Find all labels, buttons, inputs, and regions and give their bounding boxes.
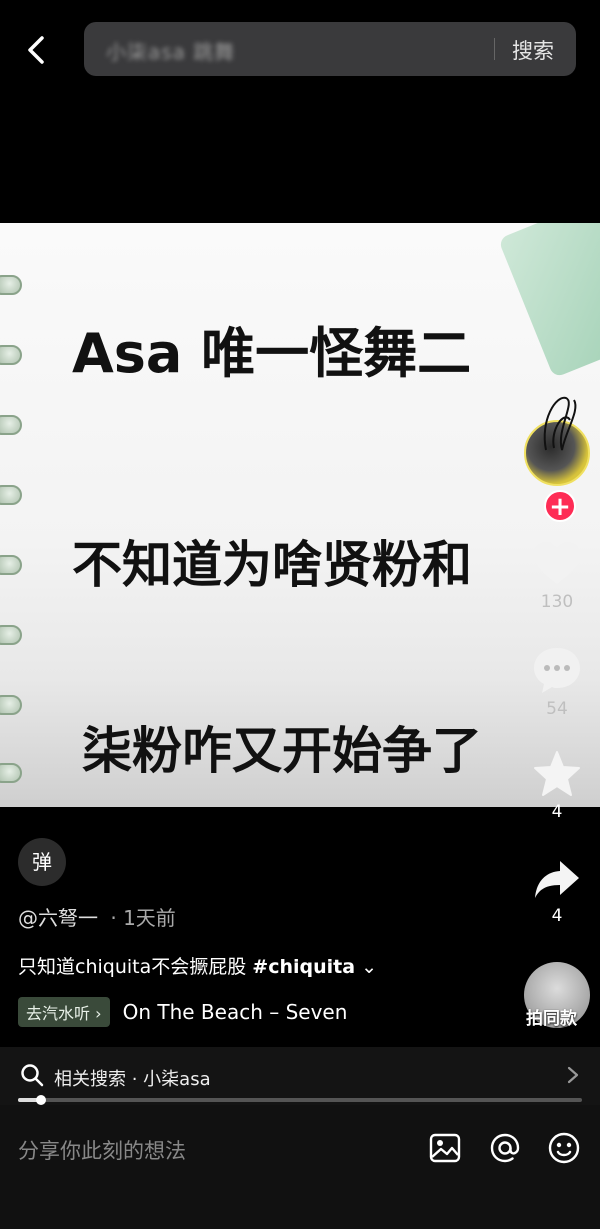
video-text-line: 不知道为啥贤粉和: [72, 536, 472, 594]
progress-handle[interactable]: [35, 1095, 46, 1105]
favorite-count: 4: [551, 802, 563, 822]
author-line: @六弩一 · 1天前: [18, 902, 176, 931]
danmu-toggle-button[interactable]: 弹: [18, 838, 66, 886]
chevron-right-icon: [567, 1066, 579, 1084]
favorite-button[interactable]: 4: [520, 750, 594, 822]
search-button[interactable]: 搜索: [512, 35, 554, 65]
notebook-ring: [0, 695, 22, 715]
related-search-label: 相关搜索 · 小柒asa: [54, 1069, 211, 1090]
expand-caption-icon[interactable]: ⌄: [361, 956, 377, 978]
author-name[interactable]: @六弩一: [18, 906, 98, 930]
same-style-label[interactable]: 拍同款: [526, 1004, 577, 1029]
search-icon: [21, 1064, 44, 1087]
hashtag-link[interactable]: #chiquita: [252, 956, 355, 978]
video-text-line: Asa 唯一怪舞二: [72, 322, 472, 385]
comment-bubble-icon: [534, 648, 580, 693]
share-count: 4: [551, 906, 563, 926]
star-icon: [534, 751, 580, 796]
avatar-scribble-icon: [543, 396, 577, 451]
like-count: 130: [540, 592, 574, 612]
emoji-icon[interactable]: [547, 1131, 581, 1165]
back-arrow-icon[interactable]: [18, 30, 54, 70]
author-avatar-group[interactable]: +: [524, 390, 592, 522]
music-title[interactable]: On The Beach – Seven: [123, 1000, 348, 1024]
search-input[interactable]: 小柒asa 跳舞 搜索: [84, 22, 576, 76]
video-progress-bar[interactable]: [18, 1095, 582, 1105]
like-button[interactable]: 130: [520, 540, 594, 612]
search-query-text: 小柒asa 跳舞: [106, 40, 236, 64]
comment-input[interactable]: 分享你此刻的想法: [18, 1135, 186, 1165]
caption-text: 只知道chiquita不会撅屁股: [18, 956, 253, 978]
notebook-ring: [0, 275, 22, 295]
top-bar: 小柒asa 跳舞 搜索: [0, 0, 600, 100]
post-time: · 1天前: [110, 906, 176, 930]
notebook-ring: [0, 625, 22, 645]
share-button[interactable]: 4: [520, 858, 594, 926]
search-divider: [494, 38, 495, 60]
comment-bar: 分享你此刻的想法: [0, 1105, 600, 1229]
video-caption[interactable]: 只知道chiquita不会撅屁股 #chiquita ⌄: [18, 952, 377, 979]
share-arrow-icon: [535, 861, 579, 898]
video-text-line: 柒粉咋又开始争了: [82, 722, 482, 780]
at-mention-icon[interactable]: [488, 1131, 522, 1165]
notebook-ring: [0, 345, 22, 365]
notebook-ring: [0, 485, 22, 505]
listen-on-app-badge[interactable]: 去汽水听 ›: [18, 997, 110, 1027]
heart-icon: [534, 542, 580, 584]
notebook-ring: [0, 415, 22, 435]
music-row[interactable]: 去汽水听 › On The Beach – Seven: [18, 997, 518, 1027]
notebook-decoration: [497, 223, 600, 379]
notebook-ring: [0, 555, 22, 575]
follow-plus-button[interactable]: +: [544, 490, 576, 522]
notebook-ring: [0, 763, 22, 783]
video-player[interactable]: Asa 唯一怪舞二 不知道为啥贤粉和 柒粉咋又开始争了: [0, 223, 600, 807]
comment-button[interactable]: 54: [520, 645, 594, 719]
image-icon[interactable]: [428, 1131, 462, 1165]
comment-count: 54: [546, 699, 568, 719]
